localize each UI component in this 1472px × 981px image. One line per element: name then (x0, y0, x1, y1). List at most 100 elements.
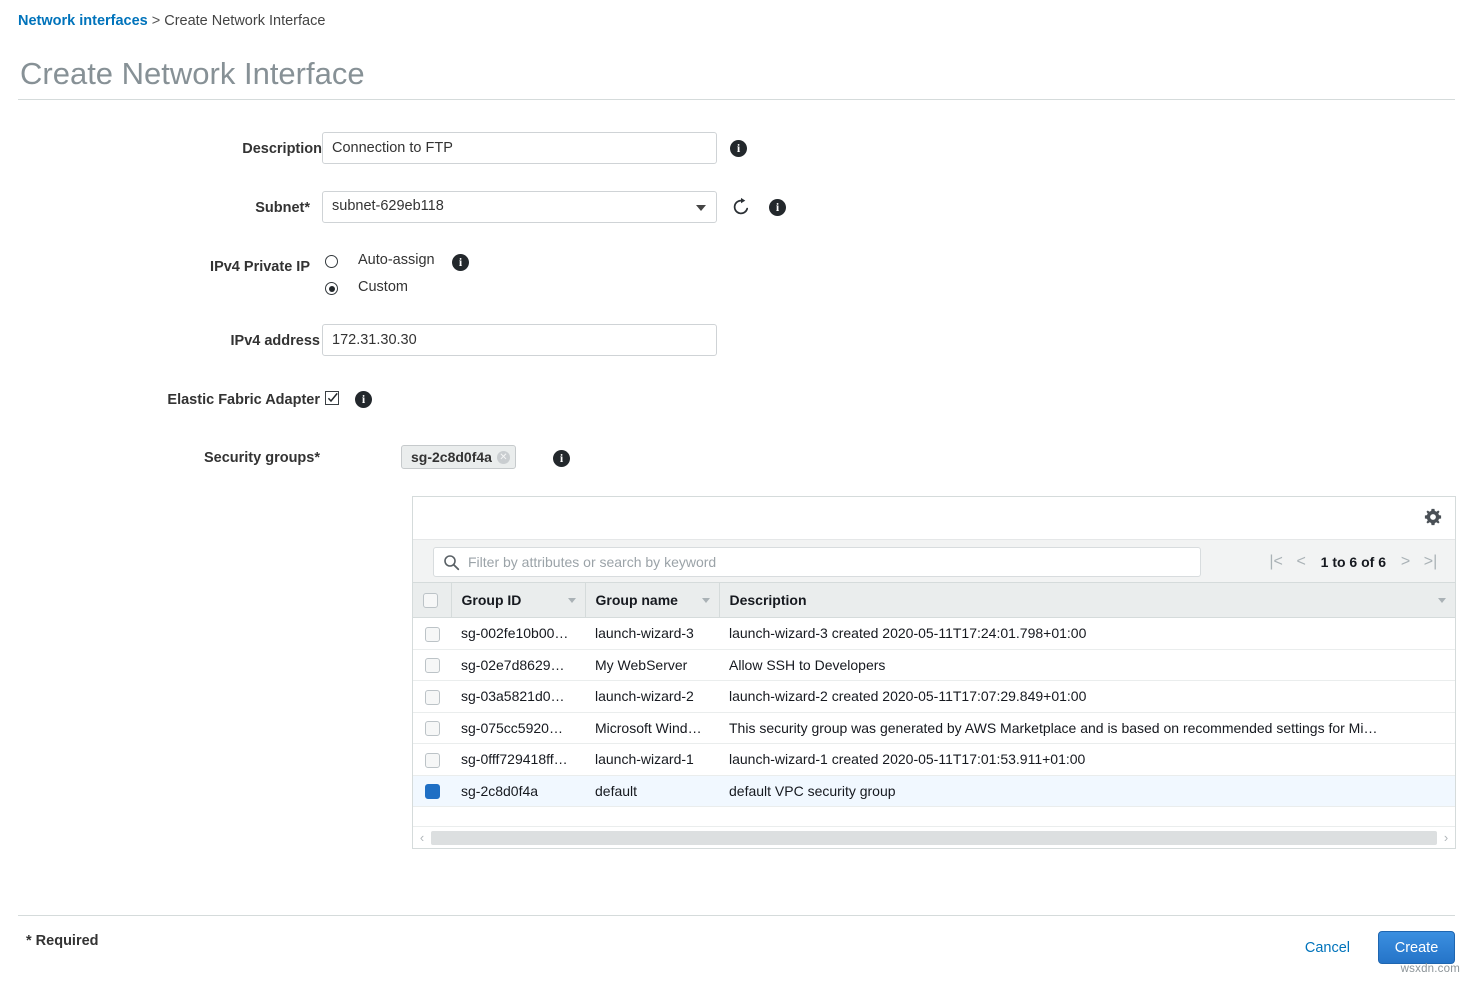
cell-group-id: sg-0fff729418ff… (451, 744, 585, 776)
row-select-cell[interactable] (413, 744, 451, 776)
column-header-group-id[interactable]: Group ID (451, 583, 585, 618)
subnet-label: Subnet* (140, 200, 310, 216)
cell-group-name: launch-wizard-1 (585, 744, 719, 776)
cell-group-name: My WebServer (585, 649, 719, 681)
pagination-next-button[interactable]: > (1393, 550, 1418, 574)
select-all-checkbox[interactable] (423, 593, 438, 608)
description-input[interactable] (322, 132, 717, 164)
radio-option-custom[interactable]: Custom (325, 279, 525, 301)
sort-caret-icon[interactable] (1438, 598, 1446, 603)
radio-option-auto-assign[interactable]: Auto-assign i (325, 252, 585, 274)
elastic-fabric-adapter-label: Elastic Fabric Adapter (100, 392, 320, 408)
row-checkbox[interactable] (425, 658, 440, 673)
ipv4-address-input[interactable] (322, 324, 717, 356)
create-button[interactable]: Create (1378, 931, 1455, 964)
cell-group-name: Microsoft Wind… (585, 712, 719, 744)
cell-group-name: default (585, 775, 719, 807)
cell-group-id: sg-02e7d8629… (451, 649, 585, 681)
chevron-down-icon (696, 205, 706, 211)
pagination-first-button[interactable]: |< (1264, 550, 1289, 574)
scrollbar-thumb[interactable] (431, 831, 1437, 845)
cell-description: launch-wizard-2 created 2020-05-11T17:07… (719, 681, 1455, 713)
row-checkbox-checked[interactable] (425, 784, 440, 799)
row-select-cell[interactable] (413, 681, 451, 713)
ipv4-private-ip-info-icon[interactable]: i (452, 254, 469, 271)
horizontal-scrollbar[interactable]: ‹ › (413, 826, 1455, 848)
cell-group-id: sg-2c8d0f4a (451, 775, 585, 807)
cell-group-name: launch-wizard-3 (585, 618, 719, 650)
elastic-fabric-adapter-checkbox[interactable] (325, 391, 339, 405)
table-row[interactable]: sg-03a5821d0… launch-wizard-2 launch-wiz… (413, 681, 1455, 713)
subnet-select[interactable]: subnet-629eb118 (322, 191, 717, 223)
cell-description: Allow SSH to Developers (719, 649, 1455, 681)
refresh-icon[interactable] (731, 197, 751, 222)
table-row[interactable]: sg-02e7d8629… My WebServer Allow SSH to … (413, 649, 1455, 681)
security-groups-info-icon[interactable]: i (553, 450, 570, 467)
breadcrumb: Network interfaces>Create Network Interf… (18, 13, 325, 29)
security-groups-label: Security groups* (140, 450, 320, 466)
cell-description: launch-wizard-1 created 2020-05-11T17:01… (719, 744, 1455, 776)
table-row-selected[interactable]: sg-2c8d0f4a default default VPC security… (413, 775, 1455, 807)
row-checkbox[interactable] (425, 627, 440, 642)
pagination-count: 1 to 6 of 6 (1314, 554, 1393, 570)
search-icon (443, 554, 460, 576)
security-groups-table: Group ID Group name Description (413, 583, 1455, 807)
security-group-token-label: sg-2c8d0f4a (411, 449, 492, 465)
sort-caret-icon[interactable] (568, 598, 576, 603)
sort-caret-icon[interactable] (702, 598, 710, 603)
close-icon[interactable]: ✕ (497, 451, 510, 464)
cell-group-id: sg-075cc5920… (451, 712, 585, 744)
table-row[interactable]: sg-002fe10b00… launch-wizard-3 launch-wi… (413, 618, 1455, 650)
cell-description: default VPC security group (719, 775, 1455, 807)
table-row[interactable]: sg-075cc5920… Microsoft Wind… This secur… (413, 712, 1455, 744)
cell-group-id: sg-002fe10b00… (451, 618, 585, 650)
table-row[interactable]: sg-0fff729418ff… launch-wizard-1 launch-… (413, 744, 1455, 776)
page-title: Create Network Interface (20, 56, 365, 92)
column-header-description-label: Description (720, 592, 807, 608)
row-checkbox[interactable] (425, 753, 440, 768)
breadcrumb-link-network-interfaces[interactable]: Network interfaces (18, 13, 148, 29)
cell-description: launch-wizard-3 created 2020-05-11T17:24… (719, 618, 1455, 650)
row-select-cell[interactable] (413, 618, 451, 650)
radio-auto-assign-control[interactable] (325, 255, 338, 268)
row-checkbox[interactable] (425, 721, 440, 736)
cell-group-name: launch-wizard-2 (585, 681, 719, 713)
table-filter-bar: |< < 1 to 6 of 6 > >| (413, 539, 1455, 583)
radio-custom-label: Custom (358, 279, 408, 295)
cell-group-id: sg-03a5821d0… (451, 681, 585, 713)
column-header-description[interactable]: Description (719, 583, 1455, 618)
subnet-info-icon[interactable]: i (769, 199, 786, 216)
title-divider (18, 99, 1455, 100)
row-select-cell[interactable] (413, 712, 451, 744)
search-box[interactable] (433, 547, 1201, 577)
elastic-fabric-adapter-info-icon[interactable]: i (355, 391, 372, 408)
table-header-row: Group ID Group name Description (413, 583, 1455, 618)
select-all-header (413, 583, 451, 618)
description-info-icon[interactable]: i (730, 140, 747, 157)
cancel-button[interactable]: Cancel (1305, 940, 1350, 956)
search-input[interactable] (466, 548, 1191, 576)
footer-divider (18, 915, 1455, 916)
column-header-group-name-label: Group name (586, 592, 678, 608)
column-header-group-name[interactable]: Group name (585, 583, 719, 618)
cell-description: This security group was generated by AWS… (719, 712, 1455, 744)
radio-custom-control[interactable] (325, 282, 338, 295)
row-select-cell[interactable] (413, 775, 451, 807)
scroll-right-arrow-icon[interactable]: › (1437, 827, 1455, 849)
pagination-last-button[interactable]: >| (1418, 550, 1443, 574)
scroll-left-arrow-icon[interactable]: ‹ (413, 827, 431, 849)
table-toolbar (413, 497, 1455, 539)
ipv4-address-label: IPv4 address (140, 333, 320, 349)
gear-icon[interactable] (1424, 508, 1442, 531)
description-label: Description (140, 141, 322, 157)
security-group-token[interactable]: sg-2c8d0f4a ✕ (401, 445, 516, 469)
row-select-cell[interactable] (413, 649, 451, 681)
ipv4-private-ip-label: IPv4 Private IP (140, 259, 310, 275)
row-checkbox[interactable] (425, 690, 440, 705)
pagination-prev-button[interactable]: < (1289, 550, 1314, 574)
column-header-group-id-label: Group ID (452, 592, 522, 608)
subnet-selected-value: subnet-629eb118 (332, 198, 444, 214)
watermark: wsxdn.com (1401, 963, 1460, 975)
breadcrumb-separator: > (152, 13, 160, 29)
breadcrumb-current: Create Network Interface (164, 13, 325, 29)
